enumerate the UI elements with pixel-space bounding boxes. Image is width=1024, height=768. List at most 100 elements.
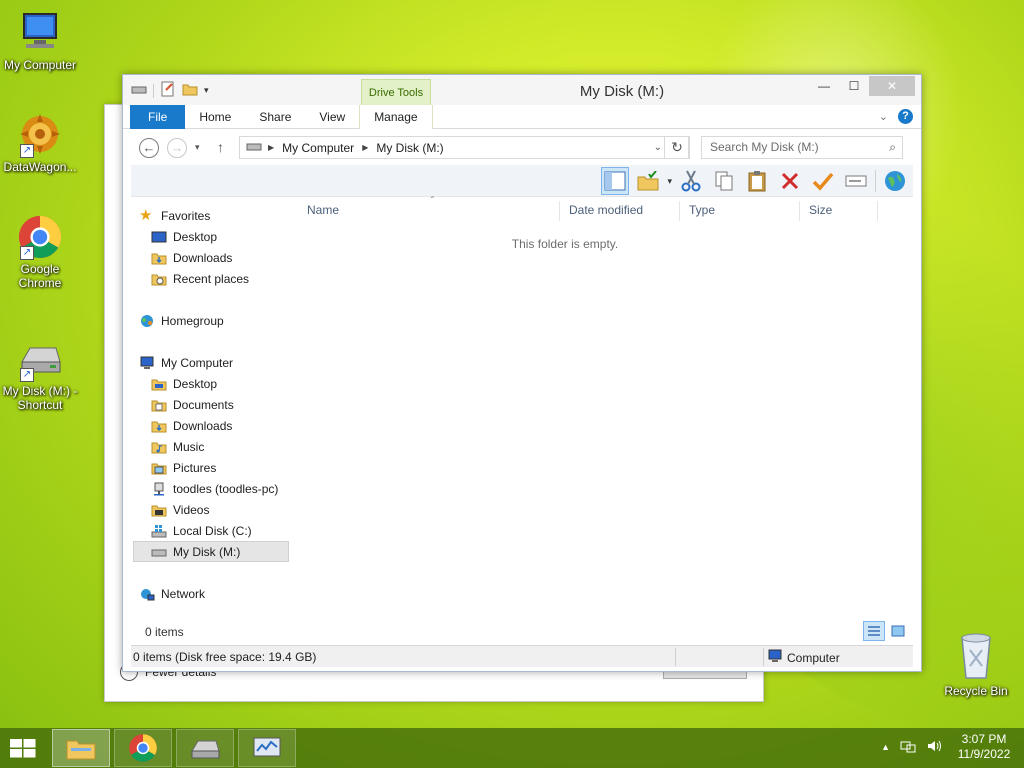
- nav-computer-network-share[interactable]: toodles (toodles-pc): [151, 478, 307, 499]
- preview-pane-icon[interactable]: [601, 167, 630, 195]
- delete-icon[interactable]: [776, 167, 804, 195]
- status-row: 0 items: [131, 621, 913, 643]
- nav-favorites[interactable]: ★ Favorites: [139, 205, 295, 226]
- expand-ribbon-icon[interactable]: ⌄: [879, 110, 888, 123]
- nav-computer-music[interactable]: Music: [151, 436, 307, 457]
- downloads-folder-icon: [151, 251, 167, 265]
- shortcut-arrow-icon: ↗: [20, 144, 34, 158]
- network-share-icon: [151, 482, 167, 496]
- desktop-icon-my-disk-shortcut[interactable]: ↗ My Disk (M:) - Shortcut: [0, 336, 80, 412]
- clock[interactable]: 3:07 PM 11/9/2022: [952, 732, 1016, 762]
- help-icon[interactable]: ?: [898, 109, 913, 124]
- volume-icon[interactable]: [926, 739, 942, 756]
- nav-favorites-desktop[interactable]: Desktop: [151, 226, 307, 247]
- tab-share[interactable]: Share: [245, 105, 305, 129]
- column-header-size[interactable]: Size: [801, 199, 877, 221]
- tab-home[interactable]: Home: [185, 105, 245, 129]
- start-button[interactable]: [8, 737, 38, 759]
- ribbon-right-controls: ⌄ ?: [879, 109, 913, 124]
- desktop-icon-google-chrome[interactable]: ↗ Google Chrome: [0, 214, 80, 290]
- cut-icon[interactable]: [677, 167, 705, 195]
- downloads-folder-icon: [151, 419, 167, 433]
- globe-icon[interactable]: [881, 167, 909, 195]
- taskbar-system-monitor[interactable]: [238, 729, 296, 767]
- nav-favorites-recent-places[interactable]: Recent places: [151, 268, 307, 289]
- nav-label: Videos: [173, 502, 210, 517]
- tab-file[interactable]: File: [130, 105, 186, 129]
- status-bar: 0 items (Disk free space: 19.4 GB) Compu…: [131, 645, 913, 667]
- desktop-icon-datawagon[interactable]: ↗ DataWagon...: [0, 112, 80, 174]
- explorer-window[interactable]: ▾ Drive Tools My Disk (M:) — ☐ ✕ File Ho…: [122, 74, 922, 672]
- taskbar-chrome[interactable]: [114, 729, 172, 767]
- address-bar[interactable]: ▶ My Computer ▶ My Disk (M:) ⌄: [239, 136, 689, 159]
- system-tray: ▲ 3:07 PM 11/9/2022: [881, 732, 1016, 762]
- taskbar-file-explorer[interactable]: [52, 729, 110, 767]
- refresh-button[interactable]: ↻: [664, 136, 690, 159]
- homegroup-icon: [139, 314, 155, 328]
- taskbar: ▲ 3:07 PM 11/9/2022: [0, 728, 1024, 768]
- rename-icon[interactable]: [842, 167, 870, 195]
- taskbar-drive-tool[interactable]: [176, 729, 234, 767]
- desktop-icon-my-computer[interactable]: My Computer: [0, 10, 80, 72]
- breadcrumb-chevron-icon[interactable]: ▶: [268, 143, 274, 152]
- view-toggle: [863, 621, 909, 641]
- column-header-date-modified[interactable]: Date modified: [561, 199, 679, 221]
- recycle-bin-icon: [956, 630, 996, 680]
- folder-check-icon[interactable]: [634, 167, 662, 195]
- window-controls: — ☐ ✕: [809, 76, 915, 96]
- nav-favorites-downloads[interactable]: Downloads: [151, 247, 307, 268]
- nav-computer-pictures[interactable]: Pictures: [151, 457, 307, 478]
- nav-computer-downloads[interactable]: Downloads: [151, 415, 307, 436]
- desktop-folder-icon: [151, 377, 167, 391]
- network-tray-icon[interactable]: [900, 739, 916, 756]
- column-header-name[interactable]: Name: [299, 199, 557, 221]
- nav-computer-videos[interactable]: Videos: [151, 499, 307, 520]
- maximize-button[interactable]: ☐: [839, 76, 869, 96]
- desktop-icon-label: My Disk (M:) - Shortcut: [2, 384, 78, 412]
- disk-free-space-status: 0 items (Disk free space: 19.4 GB): [133, 650, 317, 664]
- ribbon-tabs: File Home Share View Manage ⌄ ?: [123, 105, 921, 129]
- nav-computer-my-disk-m[interactable]: My Disk (M:): [133, 541, 289, 562]
- recent-locations-dropdown-icon[interactable]: ▾: [195, 142, 200, 153]
- breadcrumb-my-computer[interactable]: My Computer: [282, 141, 354, 155]
- nav-homegroup[interactable]: Homegroup: [139, 310, 295, 331]
- nav-network[interactable]: Network: [139, 583, 295, 604]
- computer-icon: [139, 356, 155, 370]
- nav-computer-local-disk-c[interactable]: Local Disk (C:): [151, 520, 307, 541]
- tab-view[interactable]: View: [305, 105, 359, 129]
- nav-label: Recent places: [173, 271, 250, 286]
- copy-icon[interactable]: [710, 167, 738, 195]
- zone-status: Computer: [767, 649, 840, 666]
- music-folder-icon: [151, 440, 167, 454]
- system-monitor-icon: [253, 737, 281, 757]
- up-button[interactable]: ↑: [217, 139, 224, 155]
- title-bar[interactable]: ▾ Drive Tools My Disk (M:) — ☐ ✕: [123, 75, 921, 105]
- column-header-type[interactable]: Type: [681, 199, 799, 221]
- breadcrumb-my-disk[interactable]: My Disk (M:): [376, 141, 443, 155]
- column-divider: [799, 201, 800, 221]
- minimize-button[interactable]: —: [809, 76, 839, 96]
- paste-icon[interactable]: [743, 167, 771, 195]
- computer-icon: [16, 10, 64, 56]
- empty-folder-message: This folder is empty.: [511, 237, 619, 251]
- show-hidden-icons-icon[interactable]: ▲: [881, 742, 890, 752]
- desktop-icon-recycle-bin[interactable]: Recycle Bin: [936, 630, 1016, 698]
- forward-button[interactable]: →: [167, 138, 187, 158]
- tab-manage[interactable]: Manage: [359, 105, 433, 129]
- large-icons-view-icon[interactable]: [887, 621, 909, 641]
- breadcrumb-chevron-icon[interactable]: ▶: [362, 143, 368, 152]
- back-button[interactable]: ←: [139, 138, 159, 158]
- folder-dropdown-icon[interactable]: ▾: [667, 176, 672, 187]
- close-button[interactable]: ✕: [869, 76, 915, 96]
- divider: [875, 170, 876, 192]
- nav-computer-desktop[interactable]: Desktop: [151, 373, 307, 394]
- search-input[interactable]: Search My Disk (M:) ⌕: [701, 136, 903, 159]
- navigation-pane: ★ Favorites Desktop Downloads Recent pla…: [131, 199, 291, 619]
- properties-check-icon[interactable]: [809, 167, 837, 195]
- nav-my-computer[interactable]: My Computer: [139, 352, 295, 373]
- file-list-pane[interactable]: ⌃ Name Date modified Type Size This fold…: [297, 195, 913, 619]
- details-view-icon[interactable]: [863, 621, 885, 641]
- address-dropdown-icon[interactable]: ⌄: [654, 142, 662, 153]
- clock-time: 3:07 PM: [961, 732, 1007, 746]
- nav-computer-documents[interactable]: Documents: [151, 394, 307, 415]
